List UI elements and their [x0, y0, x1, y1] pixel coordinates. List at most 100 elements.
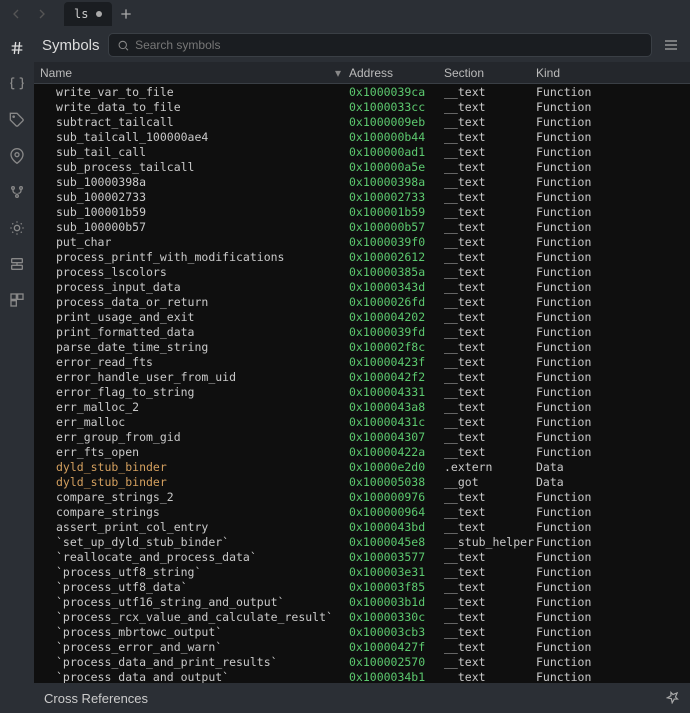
new-tab-button[interactable]	[114, 3, 138, 25]
table-row[interactable]: error_flag_to_string0x100004331__textFun…	[34, 384, 690, 399]
table-row[interactable]: `process_utf8_data`0x100003f85__textFunc…	[34, 579, 690, 594]
symbol-address: 0x10000431c	[349, 415, 444, 429]
symbol-address: 0x1000043a8	[349, 400, 444, 414]
symbol-address: 0x100003f85	[349, 580, 444, 594]
table-row[interactable]: parse_date_time_string0x100002f8c__textF…	[34, 339, 690, 354]
table-row[interactable]: compare_strings0x100000964__textFunction	[34, 504, 690, 519]
modules-icon[interactable]	[7, 290, 27, 310]
pin-icon[interactable]	[666, 690, 680, 707]
table-row[interactable]: print_formatted_data0x1000039fd__textFun…	[34, 324, 690, 339]
table-row[interactable]: process_input_data0x10000343d__textFunct…	[34, 279, 690, 294]
table-row[interactable]: `process_data_and_output`0x1000034b1__te…	[34, 669, 690, 683]
table-body[interactable]: write_var_to_file0x1000039ca__textFuncti…	[34, 84, 690, 683]
branch-icon[interactable]	[7, 182, 27, 202]
table-row[interactable]: `process_data_and_print_results`0x100002…	[34, 654, 690, 669]
table-row[interactable]: error_read_fts0x10000423f__textFunction	[34, 354, 690, 369]
table-row[interactable]: sub_process_tailcall0x100000a5e__textFun…	[34, 159, 690, 174]
symbol-kind: Function	[536, 220, 690, 234]
symbol-kind: Function	[536, 340, 690, 354]
table-row[interactable]: `process_utf16_string_and_output`0x10000…	[34, 594, 690, 609]
table-row[interactable]: subtract_tailcall0x1000009eb__textFuncti…	[34, 114, 690, 129]
location-icon[interactable]	[7, 146, 27, 166]
symbol-section: __text	[444, 130, 536, 144]
table-row[interactable]: process_printf_with_modifications0x10000…	[34, 249, 690, 264]
symbol-section: __text	[444, 295, 536, 309]
symbol-name: sub_100002733	[34, 190, 349, 204]
table-row[interactable]: sub_100000b570x100000b57__textFunction	[34, 219, 690, 234]
symbol-section: __text	[444, 160, 536, 174]
table-row[interactable]: assert_print_col_entry0x1000043bd__textF…	[34, 519, 690, 534]
table-row[interactable]: `set_up_dyld_stub_binder`0x1000045e8__st…	[34, 534, 690, 549]
symbol-kind: Function	[536, 670, 690, 684]
panel-menu-button[interactable]	[660, 34, 682, 56]
symbol-name: err_malloc	[34, 415, 349, 429]
symbol-name: print_usage_and_exit	[34, 310, 349, 324]
symbol-kind: Function	[536, 610, 690, 624]
nav-forward-button[interactable]	[30, 3, 54, 25]
symbol-address: 0x10000422a	[349, 445, 444, 459]
symbol-kind: Function	[536, 115, 690, 129]
symbol-address: 0x1000009eb	[349, 115, 444, 129]
nav-back-button[interactable]	[4, 3, 28, 25]
symbol-section: __text	[444, 640, 536, 654]
table-row[interactable]: sub_tailcall_100000ae40x100000b44__textF…	[34, 129, 690, 144]
symbol-name: sub_tail_call	[34, 145, 349, 159]
table-row[interactable]: `process_utf8_string`0x100003e31__textFu…	[34, 564, 690, 579]
table-row[interactable]: err_malloc_20x1000043a8__textFunction	[34, 399, 690, 414]
symbol-address: 0x100003577	[349, 550, 444, 564]
table-row[interactable]: sub_1000027330x100002733__textFunction	[34, 189, 690, 204]
column-header-address[interactable]: Address	[349, 66, 444, 80]
table-row[interactable]: print_usage_and_exit0x100004202__textFun…	[34, 309, 690, 324]
column-header-name[interactable]: Name ▾	[34, 66, 349, 80]
hash-icon[interactable]	[7, 38, 27, 58]
table-row[interactable]: err_malloc0x10000431c__textFunction	[34, 414, 690, 429]
table-row[interactable]: sub_tail_call0x100000ad1__textFunction	[34, 144, 690, 159]
brackets-icon[interactable]	[7, 74, 27, 94]
symbol-name: process_data_or_return	[34, 295, 349, 309]
table-row[interactable]: err_group_from_gid0x100004307__textFunct…	[34, 429, 690, 444]
table-row[interactable]: err_fts_open0x10000422a__textFunction	[34, 444, 690, 459]
table-row[interactable]: `process_error_and_warn`0x10000427f__tex…	[34, 639, 690, 654]
column-header-kind[interactable]: Kind	[536, 66, 690, 80]
table-row[interactable]: sub_10000398a0x10000398a__textFunction	[34, 174, 690, 189]
symbol-name: sub_10000398a	[34, 175, 349, 189]
search-input[interactable]	[135, 38, 643, 52]
table-row[interactable]: process_data_or_return0x1000026fd__textF…	[34, 294, 690, 309]
search-box[interactable]	[108, 33, 652, 57]
table-row[interactable]: `process_rcx_value_and_calculate_result`…	[34, 609, 690, 624]
stack-icon[interactable]	[7, 254, 27, 274]
symbol-address: 0x100001b59	[349, 205, 444, 219]
table-row[interactable]: process_lscolors0x10000385a__textFunctio…	[34, 264, 690, 279]
table-row[interactable]: put_char0x1000039f0__textFunction	[34, 234, 690, 249]
footer-panel: Cross References	[34, 683, 690, 713]
symbol-address: 0x100002612	[349, 250, 444, 264]
table-row[interactable]: dyld_stub_binder0x100005038__gotData	[34, 474, 690, 489]
symbol-kind: Function	[536, 655, 690, 669]
symbol-kind: Function	[536, 640, 690, 654]
symbol-kind: Function	[536, 505, 690, 519]
table-row[interactable]: dyld_stub_binder0x10000e2d0.externData	[34, 459, 690, 474]
symbol-name: `process_data_and_print_results`	[34, 655, 349, 669]
bug-icon[interactable]	[7, 218, 27, 238]
table-row[interactable]: sub_100001b590x100001b59__textFunction	[34, 204, 690, 219]
table-row[interactable]: error_handle_user_from_uid0x1000042f2__t…	[34, 369, 690, 384]
symbol-section: __text	[444, 550, 536, 564]
tag-icon[interactable]	[7, 110, 27, 130]
table-row[interactable]: `reallocate_and_process_data`0x100003577…	[34, 549, 690, 564]
table-row[interactable]: write_var_to_file0x1000039ca__textFuncti…	[34, 84, 690, 99]
symbol-address: 0x10000398a	[349, 175, 444, 189]
table-row[interactable]: write_data_to_file0x1000033cc__textFunct…	[34, 99, 690, 114]
file-tab[interactable]: ls	[64, 2, 112, 26]
symbol-address: 0x100000b44	[349, 130, 444, 144]
table-row[interactable]: `process_mbrtowc_output`0x100003cb3__tex…	[34, 624, 690, 639]
symbol-section: __text	[444, 265, 536, 279]
symbol-address: 0x100000b57	[349, 220, 444, 234]
symbol-address: 0x100000a5e	[349, 160, 444, 174]
column-header-section[interactable]: Section	[444, 66, 536, 80]
symbol-kind: Function	[536, 385, 690, 399]
table-row[interactable]: compare_strings_20x100000976__textFuncti…	[34, 489, 690, 504]
symbol-section: __text	[444, 325, 536, 339]
symbol-kind: Function	[536, 295, 690, 309]
symbol-kind: Data	[536, 475, 690, 489]
symbol-name: sub_tailcall_100000ae4	[34, 130, 349, 144]
